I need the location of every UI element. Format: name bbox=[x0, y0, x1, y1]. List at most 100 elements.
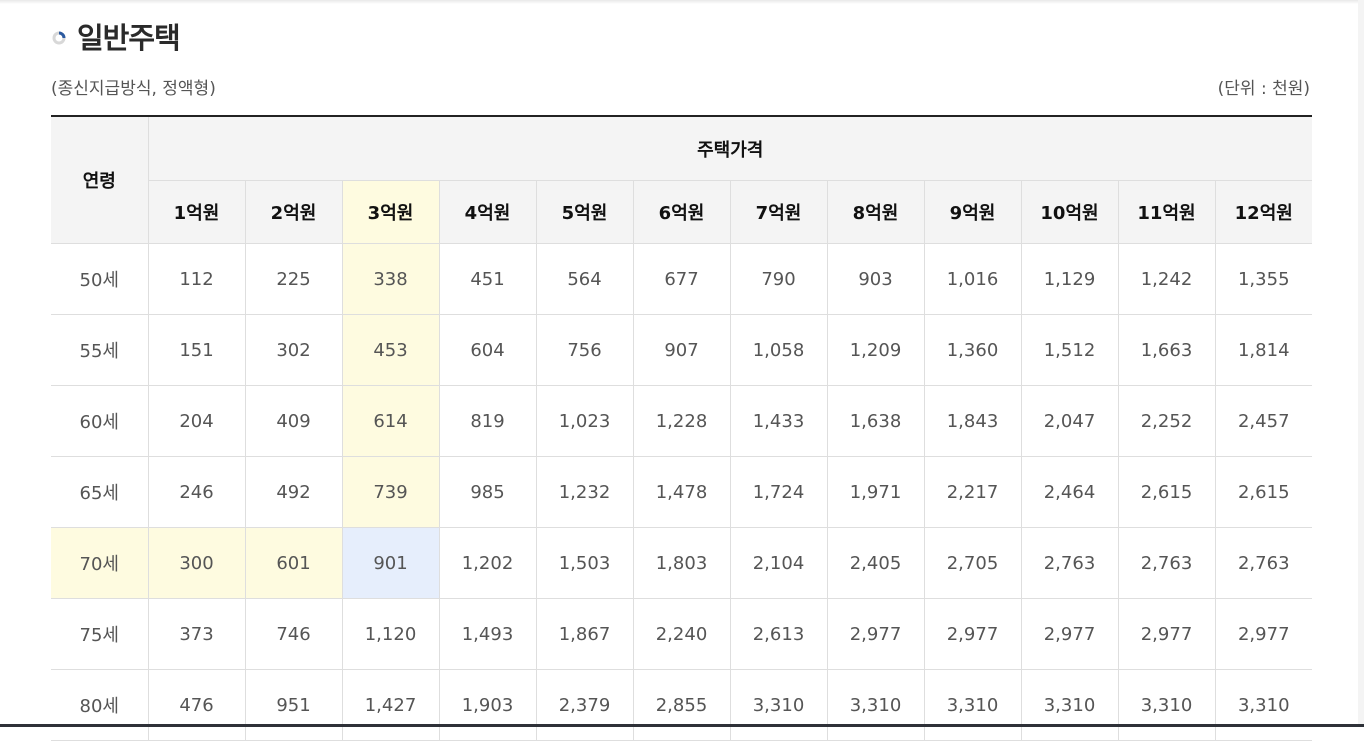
value-cell: 1,023 bbox=[535, 385, 634, 457]
value-cell: 2,763 bbox=[1117, 527, 1216, 599]
age-cell: 65세 bbox=[51, 456, 149, 528]
value-cell: 1,228 bbox=[632, 385, 731, 457]
value-cell: 2,977 bbox=[923, 598, 1022, 670]
price-header: 12억원 bbox=[1214, 180, 1312, 244]
age-cell: 60세 bbox=[51, 385, 149, 457]
value-cell: 451 bbox=[438, 243, 537, 315]
value-cell: 476 bbox=[147, 669, 246, 741]
header-row-prices: 1억원 2억원 3억원 4억원 5억원 6억원 7억원 8억원 9억원 10억원 11억원 12억원 bbox=[51, 180, 1312, 244]
value-cell: 1,016 bbox=[923, 243, 1022, 315]
value-cell: 1,971 bbox=[826, 456, 925, 528]
value-cell: 2,240 bbox=[632, 598, 731, 670]
price-header: 3억원 bbox=[341, 180, 440, 244]
table-row: 60세 204 409 614 819 1,023 1,228 1,433 1,638 1,843… bbox=[51, 385, 1312, 457]
value-cell: 756 bbox=[535, 314, 634, 386]
value-cell: 1,427 bbox=[341, 669, 440, 741]
value-cell: 2,613 bbox=[729, 598, 828, 670]
payment-method-note: (종신지급방식, 정액형) bbox=[51, 79, 216, 99]
value-cell: 1,120 bbox=[341, 598, 440, 670]
table-row: 70세 300 601 901 1,202 1,503 1,803 2,104 2,405 2,7… bbox=[51, 527, 1312, 599]
value-cell: 300 bbox=[147, 527, 246, 599]
value-cell: 2,104 bbox=[729, 527, 828, 599]
price-header: 6억원 bbox=[632, 180, 731, 244]
age-column-header: 연령 bbox=[51, 115, 149, 244]
value-cell: 453 bbox=[341, 314, 440, 386]
table-row: 80세 476 951 1,427 1,903 2,379 2,855 3,310 3,310 3… bbox=[51, 669, 1312, 741]
value-cell: 204 bbox=[147, 385, 246, 457]
value-cell: 3,310 bbox=[729, 669, 828, 741]
value-cell: 1,232 bbox=[535, 456, 634, 528]
value-cell: 1,503 bbox=[535, 527, 634, 599]
top-edge bbox=[0, 0, 1364, 4]
age-cell: 70세 bbox=[51, 527, 149, 599]
house-price-group-header: 주택가격 bbox=[147, 115, 1312, 181]
table-row: 75세 373 746 1,120 1,493 1,867 2,240 2,613 2,977 2… bbox=[51, 598, 1312, 670]
value-cell: 1,843 bbox=[923, 385, 1022, 457]
value-cell: 2,705 bbox=[923, 527, 1022, 599]
scrollbar-track[interactable] bbox=[1358, 0, 1364, 727]
value-cell: 112 bbox=[147, 243, 246, 315]
price-header: 7억원 bbox=[729, 180, 828, 244]
value-cell: 2,977 bbox=[1020, 598, 1119, 670]
age-cell: 80세 bbox=[51, 669, 149, 741]
value-cell: 1,512 bbox=[1020, 314, 1119, 386]
value-cell: 409 bbox=[244, 385, 343, 457]
price-header: 8억원 bbox=[826, 180, 925, 244]
value-cell: 492 bbox=[244, 456, 343, 528]
value-cell: 1,202 bbox=[438, 527, 537, 599]
section-title: 일반주택 bbox=[77, 21, 181, 55]
value-cell: 907 bbox=[632, 314, 731, 386]
value-cell: 3,310 bbox=[1214, 669, 1312, 741]
header-row-group: 연령 주택가격 bbox=[51, 115, 1312, 244]
value-cell: 151 bbox=[147, 314, 246, 386]
value-cell: 1,903 bbox=[438, 669, 537, 741]
value-cell: 790 bbox=[729, 243, 828, 315]
age-cell: 55세 bbox=[51, 314, 149, 386]
value-cell: 2,457 bbox=[1214, 385, 1312, 457]
value-cell: 2,217 bbox=[923, 456, 1022, 528]
price-header: 5억원 bbox=[535, 180, 634, 244]
value-cell: 246 bbox=[147, 456, 246, 528]
value-cell: 677 bbox=[632, 243, 731, 315]
value-cell: 1,209 bbox=[826, 314, 925, 386]
value-cell: 2,252 bbox=[1117, 385, 1216, 457]
value-cell: 1,493 bbox=[438, 598, 537, 670]
price-header: 10억원 bbox=[1020, 180, 1119, 244]
ring-bullet-icon bbox=[52, 31, 66, 45]
value-cell: 2,379 bbox=[535, 669, 634, 741]
table-row: 50세 112 225 338 451 564 677 790 903 1,016 1,129 1,2… bbox=[51, 243, 1312, 315]
value-cell: 2,763 bbox=[1020, 527, 1119, 599]
value-cell: 1,478 bbox=[632, 456, 731, 528]
value-cell: 951 bbox=[244, 669, 343, 741]
value-cell: 1,058 bbox=[729, 314, 828, 386]
value-cell: 2,047 bbox=[1020, 385, 1119, 457]
value-cell: 1,814 bbox=[1214, 314, 1312, 386]
value-cell: 2,405 bbox=[826, 527, 925, 599]
value-cell: 1,242 bbox=[1117, 243, 1216, 315]
value-cell: 1,433 bbox=[729, 385, 828, 457]
value-cell: 3,310 bbox=[826, 669, 925, 741]
value-cell: 3,310 bbox=[1117, 669, 1216, 741]
price-header: 9억원 bbox=[923, 180, 1022, 244]
value-cell: 1,663 bbox=[1117, 314, 1216, 386]
table-body: 50세 112 225 338 451 564 677 790 903 1,016 1,129 1,2… bbox=[51, 243, 1312, 741]
price-header: 4억원 bbox=[438, 180, 537, 244]
price-header: 1억원 bbox=[148, 180, 246, 244]
value-cell: 601 bbox=[244, 527, 343, 599]
value-cell: 985 bbox=[438, 456, 537, 528]
price-header: 11억원 bbox=[1117, 180, 1216, 244]
value-cell: 901 bbox=[341, 527, 440, 599]
value-cell: 373 bbox=[147, 598, 246, 670]
value-cell: 3,310 bbox=[1020, 669, 1119, 741]
value-cell: 2,615 bbox=[1214, 456, 1312, 528]
unit-note: (단위 : 천원) bbox=[1217, 79, 1310, 99]
value-cell: 3,310 bbox=[923, 669, 1022, 741]
table-row: 65세 246 492 739 985 1,232 1,478 1,724 1,971 2,217… bbox=[51, 456, 1312, 528]
value-cell: 1,867 bbox=[535, 598, 634, 670]
value-cell: 1,129 bbox=[1020, 243, 1119, 315]
value-cell: 2,977 bbox=[1214, 598, 1312, 670]
value-cell: 2,855 bbox=[632, 669, 731, 741]
value-cell: 746 bbox=[244, 598, 343, 670]
value-cell: 1,803 bbox=[632, 527, 731, 599]
value-cell: 1,724 bbox=[729, 456, 828, 528]
